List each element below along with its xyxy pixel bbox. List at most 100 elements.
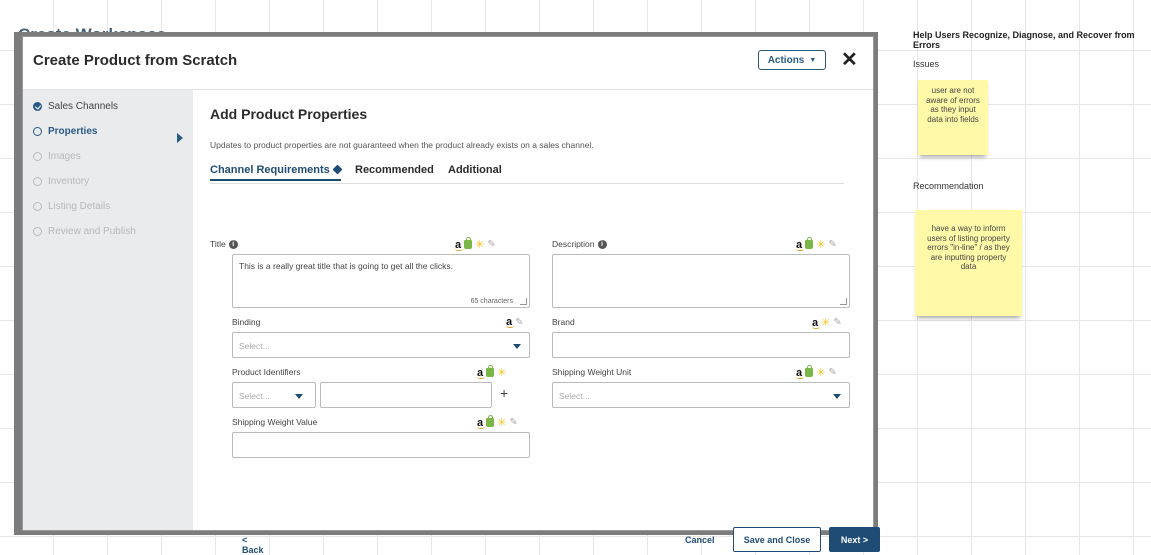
amazon-icon: a <box>477 416 486 429</box>
description-label: Description i <box>552 239 607 249</box>
amazon-icon: a <box>455 238 464 251</box>
step-label: Review and Publish <box>48 225 136 237</box>
chevron-down-icon: ▼ <box>809 56 817 64</box>
binding-channel-icons: a ✎ <box>506 316 524 328</box>
background-workspace-title: Create Workspace <box>18 22 166 32</box>
identifier-type-placeholder: Select... <box>239 391 270 401</box>
next-button[interactable]: Next > <box>829 527 880 552</box>
chevron-down-icon <box>295 394 303 399</box>
title-label-text: Title <box>210 239 226 249</box>
section-subtext: Updates to product properties are not gu… <box>210 140 594 150</box>
radio-circle-icon <box>33 151 42 161</box>
pencil-icon[interactable]: ✎ <box>509 417 517 428</box>
back-button[interactable]: < Back <box>242 535 264 555</box>
shipping-weight-value-input[interactable] <box>232 432 530 458</box>
info-icon[interactable]: i <box>597 239 607 249</box>
shipping-weight-unit-select[interactable]: Select... <box>552 382 850 408</box>
shipping-weight-unit-placeholder: Select... <box>559 391 590 401</box>
binding-select[interactable]: Select... <box>232 332 530 358</box>
binding-placeholder: Select... <box>239 341 270 351</box>
product-identifiers-label: Product Identifiers <box>232 367 301 377</box>
save-and-close-button[interactable]: Save and Close <box>733 527 821 552</box>
tag-icon <box>332 164 343 175</box>
modal-title: Create Product from Scratch <box>33 52 238 69</box>
chevron-down-icon <box>833 394 841 399</box>
amazon-icon: a <box>796 366 805 379</box>
modal-header: Create Product from Scratch Actions ▼ ✕ <box>23 37 873 90</box>
step-label: Images <box>48 150 81 162</box>
tab-recommended[interactable]: Recommended <box>355 164 434 176</box>
resize-handle-icon[interactable] <box>520 298 527 305</box>
shopify-icon <box>486 415 495 427</box>
recommendation-sticky-note[interactable]: have a way to inform users of listing pr… <box>915 210 1022 316</box>
shopify-icon <box>805 365 814 377</box>
step-label: Properties <box>48 125 98 137</box>
description-channel-icons: a ✳ ✎ <box>796 237 837 251</box>
pencil-icon[interactable]: ✎ <box>515 317 523 328</box>
close-icon[interactable]: ✕ <box>841 47 858 72</box>
tab-additional[interactable]: Additional <box>448 164 502 176</box>
radio-circle-icon <box>33 126 42 136</box>
chevron-down-icon <box>513 344 521 349</box>
amazon-icon: a <box>506 316 515 328</box>
pencil-icon[interactable]: ✎ <box>828 367 836 378</box>
shipping-weight-unit-channel-icons: a ✳ ✎ <box>796 365 837 379</box>
title-channel-icons: a ✳ ✎ <box>455 237 496 251</box>
radio-circle-icon <box>33 226 42 236</box>
shopify-icon <box>805 237 814 249</box>
walmart-icon: ✳ <box>816 239 826 251</box>
add-identifier-plus-icon[interactable]: + <box>500 385 508 401</box>
walmart-icon: ✳ <box>497 367 507 379</box>
info-icon[interactable]: i <box>228 239 238 249</box>
walmart-icon: ✳ <box>816 367 826 379</box>
tab-channel-requirements[interactable]: Channel Requirements <box>210 164 343 181</box>
amazon-icon: a <box>477 366 486 379</box>
brand-input[interactable] <box>552 332 850 358</box>
description-label-text: Description <box>552 239 595 249</box>
step-properties[interactable]: Properties <box>33 123 97 139</box>
step-label: Listing Details <box>48 200 111 212</box>
walmart-icon: ✳ <box>497 417 507 429</box>
active-step-arrow-icon <box>177 133 183 143</box>
amazon-icon: a <box>812 316 821 329</box>
pencil-icon[interactable]: ✎ <box>828 239 836 250</box>
radio-circle-icon <box>33 176 42 186</box>
create-product-modal: Create Product from Scratch Actions ▼ ✕ … <box>22 36 880 555</box>
check-circle-icon <box>33 101 42 111</box>
resize-handle-icon[interactable] <box>840 298 847 305</box>
pencil-icon[interactable]: ✎ <box>487 239 495 250</box>
step-listing-details: Listing Details <box>33 198 110 214</box>
step-label: Inventory <box>48 175 90 187</box>
walmart-icon: ✳ <box>821 317 831 329</box>
amazon-icon: a <box>796 238 805 251</box>
section-heading: Add Product Properties <box>210 106 368 122</box>
issue-sticky-note[interactable]: user are not aware of errors as they inp… <box>918 80 988 155</box>
issues-label: Issues <box>913 59 940 69</box>
tab-label: Channel Requirements <box>210 164 330 176</box>
step-images: Images <box>33 148 81 164</box>
actions-dropdown-button[interactable]: Actions ▼ <box>758 50 826 70</box>
identifier-type-select[interactable]: Select... <box>232 382 316 408</box>
step-sales-channels[interactable]: Sales Channels <box>33 98 118 114</box>
shopify-icon <box>486 365 495 377</box>
product-identifiers-channel-icons: a ✳ <box>477 365 507 379</box>
radio-circle-icon <box>33 201 42 211</box>
brand-label: Brand <box>552 317 575 327</box>
step-inventory: Inventory <box>33 173 89 189</box>
title-textarea[interactable]: This is a really great title that is goi… <box>232 254 530 308</box>
shopify-icon <box>464 237 473 249</box>
pencil-icon[interactable]: ✎ <box>833 317 841 328</box>
step-label: Sales Channels <box>48 100 119 112</box>
brand-channel-icons: a ✳ ✎ <box>812 316 842 329</box>
heuristic-heading: Help Users Recognize, Diagnose, and Reco… <box>913 30 1135 50</box>
steps-sidebar: Sales Channels Properties Images Invento… <box>23 90 193 530</box>
property-tabs: Channel Requirements Recommended Additio… <box>210 164 844 184</box>
binding-label: Binding <box>232 317 261 327</box>
description-textarea[interactable] <box>552 254 850 308</box>
title-value: This is a really great title that is goi… <box>239 261 454 271</box>
cancel-button[interactable]: Cancel <box>685 535 715 545</box>
walmart-icon: ✳ <box>475 239 485 251</box>
shipping-weight-value-channel-icons: a ✳ ✎ <box>477 415 518 429</box>
identifier-value-input[interactable] <box>320 382 492 408</box>
recommendation-label: Recommendation <box>913 181 984 191</box>
